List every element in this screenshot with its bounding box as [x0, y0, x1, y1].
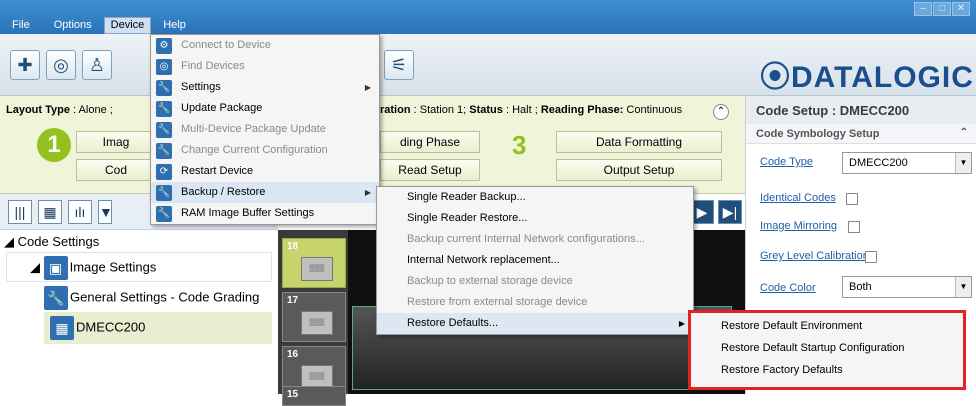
menu-item-restore-external[interactable]: Restore from external storage device [377, 292, 693, 313]
minimize-icon[interactable]: – [914, 2, 932, 16]
restart-icon: ⟳ [156, 164, 172, 180]
chevron-down-icon: ▼ [955, 153, 971, 173]
identical-codes-checkbox[interactable] [846, 193, 858, 205]
step-one-badge: 1 [37, 128, 71, 162]
menu-item-restart-device[interactable]: ⟳ Restart Device [151, 161, 379, 182]
menu-item-change-config[interactable]: 🔧 Change Current Configuration [151, 140, 379, 161]
image-filmstrip: 18 ▒▒▒ 17 ▒▒▒ 16 ▒▒▒ 15 [278, 230, 348, 406]
image-mirroring-checkbox[interactable] [848, 221, 860, 233]
menu-item-restore-environment[interactable]: Restore Default Environment [691, 315, 963, 337]
submenu-arrow-icon: ▶ [678, 319, 685, 328]
menu-item-find-devices[interactable]: ◎ Find Devices [151, 56, 379, 77]
menu-item-update-package[interactable]: 🔧 Update Package [151, 98, 379, 119]
menu-help[interactable]: Help [151, 17, 198, 34]
output-setup-button[interactable]: Output Setup [556, 159, 722, 181]
code-type-select[interactable]: DMECC200 ▼ [842, 152, 972, 174]
wrench-icon: 🔧 [44, 286, 68, 310]
wrench-icon: 🔧 [156, 80, 172, 96]
image-settings-button[interactable]: Imag [76, 131, 156, 153]
menu-item-backup-network[interactable]: Backup current Internal Network configur… [377, 229, 693, 250]
menu-item-connect[interactable]: ⚙ Connect to Device [151, 35, 379, 56]
image-mirroring-label: Image Mirroring [760, 220, 838, 232]
code-color-select[interactable]: Both ▼ [842, 276, 972, 298]
find-icon: ◎ [156, 59, 172, 75]
menu-options[interactable]: Options [42, 17, 104, 34]
film-item[interactable]: 18 ▒▒▒ [282, 238, 346, 288]
chevron-down-icon: ▼ [955, 277, 971, 297]
network-icon[interactable]: ⚟ [384, 50, 414, 80]
wrench-icon: 🔧 [156, 185, 172, 201]
close-icon[interactable]: ✕ [952, 2, 970, 16]
menu-item-single-restore[interactable]: Single Reader Restore... [377, 208, 693, 229]
grey-level-label: Grey Level Calibration [760, 250, 869, 262]
menu-item-backup-restore[interactable]: 🔧 Backup / Restore ▶ [151, 182, 379, 203]
grey-level-checkbox[interactable] [865, 251, 877, 263]
connect-icon: ⚙ [156, 38, 172, 54]
barcode-icon[interactable]: ||| [8, 200, 32, 224]
step-three-label: 3 [512, 130, 527, 160]
tree-node-general-settings[interactable]: 🔧 General Settings - Code Grading [44, 286, 259, 310]
thumbnail: ▒▒▒ [301, 311, 333, 335]
menu-item-backup-external[interactable]: Backup to external storage device [377, 271, 693, 292]
status-text: ration : Station 1; Status : Halt ; Read… [380, 104, 683, 116]
maximize-icon[interactable]: □ [933, 2, 951, 16]
title-bar: File Options Device Help – □ ✕ [0, 0, 976, 34]
symbology-section-header[interactable]: Code Symbology Setup ⌃ [746, 124, 976, 144]
datamatrix-icon: ▦ [50, 316, 74, 340]
image-icon: ▣ [43, 256, 68, 280]
wrench-icon: 🔧 [156, 143, 172, 159]
wrench-icon: 🔧 [156, 206, 172, 222]
datalogic-logo: ⦿DATALOGIC [760, 61, 974, 94]
menu-item-restore-startup-config[interactable]: Restore Default Startup Configuration [691, 337, 963, 359]
layout-type-text: Layout Type : Alone ; [6, 104, 113, 116]
postal-code-icon[interactable]: ılı [68, 200, 92, 224]
restore-defaults-submenu: Restore Default Environment Restore Defa… [688, 310, 966, 390]
menu-item-restore-defaults[interactable]: Restore Defaults... ▶ [377, 313, 693, 334]
wrench-icon: 🔧 [156, 122, 172, 138]
panel-title: Code Setup : DMECC200 [746, 96, 976, 124]
menu-item-single-backup[interactable]: Single Reader Backup... [377, 187, 693, 208]
film-item[interactable]: 17 ▒▒▒ [282, 292, 346, 342]
identical-codes-label: Identical Codes [760, 192, 836, 204]
menu-item-ram-buffer[interactable]: 🔧 RAM Image Buffer Settings [151, 203, 379, 224]
collapse-chevron-icon[interactable]: ⌃ [960, 127, 968, 138]
menu-bar: File Options Device Help [0, 17, 198, 34]
user-icon[interactable]: ♙ [82, 50, 112, 80]
window-controls: – □ ✕ [914, 2, 970, 16]
menu-device[interactable]: Device [103, 17, 152, 34]
datamatrix-icon[interactable]: ▦ [38, 200, 62, 224]
tree-node-code-settings[interactable]: ◢ Code Settings [4, 234, 99, 250]
menu-file[interactable]: File [0, 17, 42, 34]
settings-tree: ◢ Code Settings ◢ ▣ Image Settings 🔧 Gener… [0, 230, 278, 394]
menu-item-restore-factory[interactable]: Restore Factory Defaults [691, 359, 963, 381]
backup-restore-submenu: Single Reader Backup... Single Reader Re… [376, 186, 694, 335]
filter-icon[interactable]: ▼ [98, 200, 113, 224]
data-formatting-button[interactable]: Data Formatting [556, 131, 722, 153]
menu-item-multi-device-update[interactable]: 🔧 Multi-Device Package Update [151, 119, 379, 140]
add-icon[interactable]: ✚ [10, 50, 40, 80]
tree-node-dmecc200[interactable]: ▦ DMECC200 [50, 316, 145, 340]
film-item[interactable]: 15 [282, 386, 346, 406]
wrench-icon: 🔧 [156, 101, 172, 117]
code-settings-button[interactable]: Cod [76, 159, 156, 181]
code-type-label: Code Type [760, 156, 814, 168]
menu-item-settings[interactable]: 🔧 Settings ▶ [151, 77, 379, 98]
find-icon[interactable]: ◎ [46, 50, 76, 80]
device-menu: ⚙ Connect to Device ◎ Find Devices 🔧 Settin… [150, 34, 380, 225]
code-color-label: Code Color [760, 282, 816, 294]
next-frame-icon[interactable]: ▶| [718, 200, 742, 224]
collapse-button[interactable]: ⌃ [713, 104, 729, 120]
tree-node-image-settings[interactable]: ◢ ▣ Image Settings [30, 256, 156, 280]
reading-phase-button[interactable]: ding Phase [380, 131, 480, 153]
menu-item-network-replacement[interactable]: Internal Network replacement... [377, 250, 693, 271]
submenu-arrow-icon: ▶ [364, 188, 371, 197]
submenu-arrow-icon: ▶ [364, 83, 371, 92]
read-setup-button[interactable]: Read Setup [380, 159, 480, 181]
thumbnail: ▒▒▒ [301, 257, 333, 281]
